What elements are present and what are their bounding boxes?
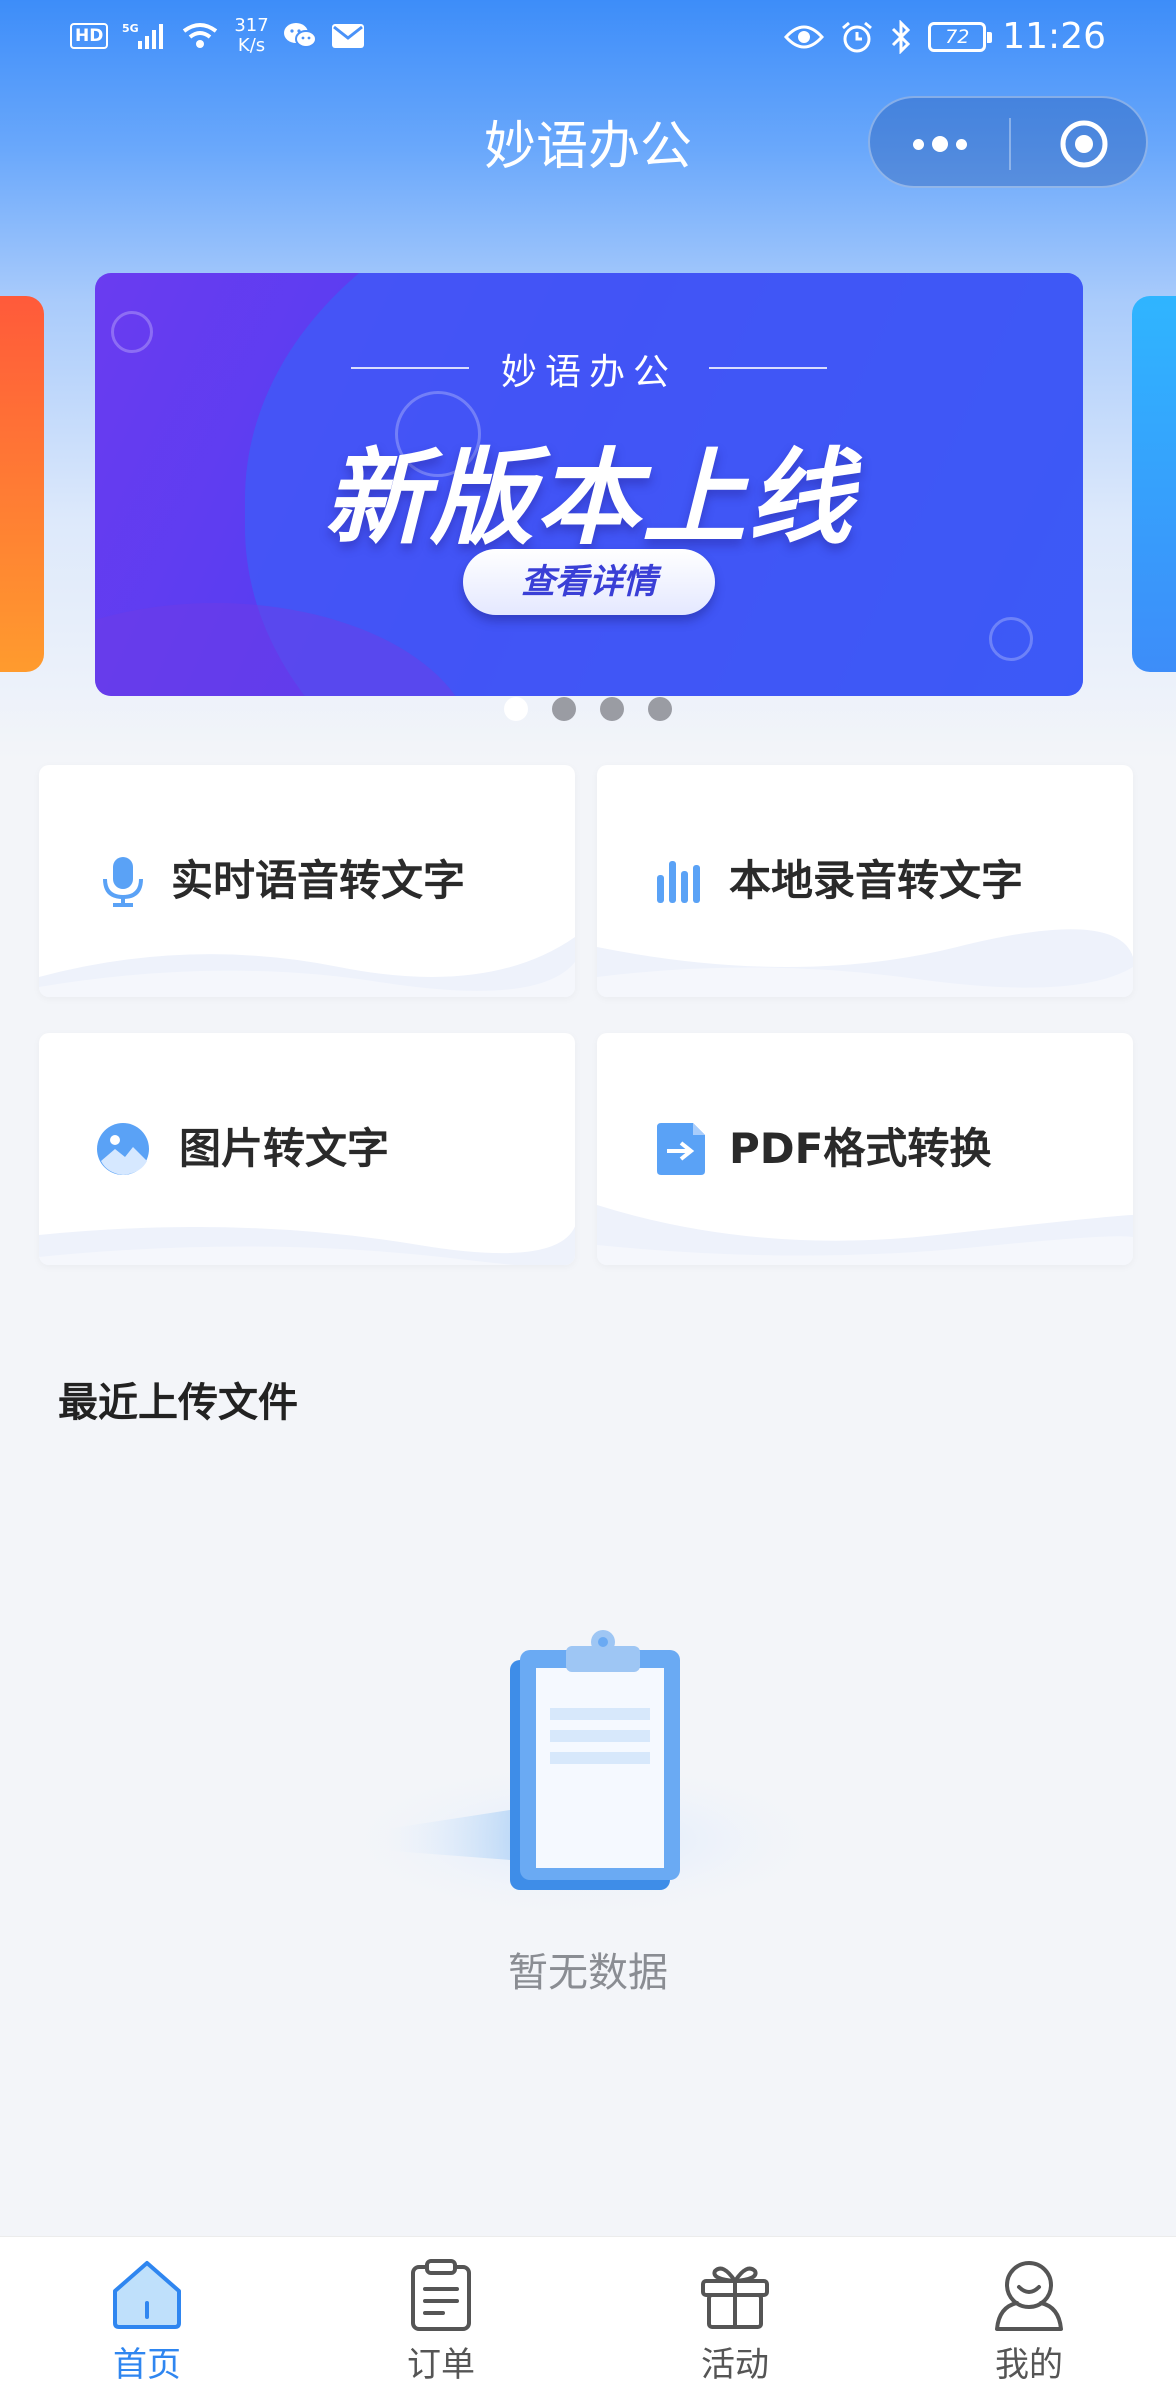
banner-slide[interactable]: 妙语办公 新版本上线 查看详情: [95, 273, 1083, 696]
card-wave-decoration: [597, 1205, 1133, 1265]
card-wave-decoration: [39, 1195, 575, 1265]
mini-program-capsule: [868, 96, 1148, 188]
hd-badge: HD: [70, 23, 109, 49]
banner-subtitle: 妙语办公: [95, 343, 1083, 395]
empty-clipboard-icon: [355, 1630, 815, 1915]
net-speed-value: 317: [234, 15, 269, 36]
card-wave-decoration: [39, 937, 575, 997]
clock: 11:26: [1002, 16, 1106, 57]
pdf-convert-icon: [657, 1123, 705, 1175]
carousel-dot[interactable]: [504, 697, 528, 721]
signal-icon: 5G: [122, 22, 164, 49]
banner-prev-slide[interactable]: [0, 296, 44, 672]
feature-label: 实时语音转文字: [171, 856, 466, 905]
tab-label: 活动: [701, 2345, 769, 2385]
bottom-tab-bar: 首页 订单 活动 我的: [0, 2236, 1176, 2401]
feature-card-image-to-text[interactable]: 图片转文字: [39, 1033, 575, 1265]
feature-card-realtime-speech[interactable]: 实时语音转文字: [39, 765, 575, 997]
tab-activities[interactable]: 活动: [588, 2237, 882, 2401]
tab-label: 我的: [995, 2345, 1063, 2385]
more-icon[interactable]: [910, 118, 970, 170]
carousel-dot[interactable]: [648, 697, 672, 721]
alarm-icon: [842, 21, 873, 52]
carousel-dot[interactable]: [552, 697, 576, 721]
wifi-icon: [183, 23, 218, 48]
tab-label: 订单: [407, 2345, 475, 2385]
gift-icon: [701, 2266, 769, 2329]
battery-indicator: 72: [928, 21, 993, 52]
tab-profile[interactable]: 我的: [882, 2237, 1176, 2401]
bluetooth-icon: [892, 19, 911, 54]
banner-title: 新版本上线: [323, 437, 854, 559]
carousel-dot[interactable]: [600, 697, 624, 721]
feature-label: PDF格式转换: [729, 1124, 992, 1173]
feature-label: 图片转文字: [179, 1124, 390, 1173]
feature-card-pdf-convert[interactable]: PDF格式转换: [597, 1033, 1133, 1265]
recent-files-title: 最近上传文件: [58, 1380, 298, 1426]
image-icon: [97, 1123, 149, 1175]
empty-state-text: 暂无数据: [508, 1950, 668, 1996]
wechat-icon: [283, 23, 317, 48]
status-left: HD 5G 317 K/s: [70, 16, 365, 56]
microphone-icon: [103, 857, 143, 907]
audio-bars-icon: [657, 861, 700, 903]
capsule-divider: [1009, 118, 1011, 170]
user-icon: [995, 2261, 1063, 2331]
card-wave-decoration: [597, 929, 1133, 997]
order-icon: [411, 2259, 471, 2331]
banner-ring: [989, 617, 1033, 661]
close-target-icon[interactable]: [1056, 116, 1112, 172]
feature-label: 本地录音转文字: [729, 856, 1024, 905]
view-details-button[interactable]: 查看详情: [463, 549, 715, 615]
svg-text:5G: 5G: [122, 22, 139, 35]
mail-icon: [331, 24, 364, 48]
banner-next-slide[interactable]: [1132, 296, 1176, 672]
carousel-indicator: [0, 697, 1176, 721]
eye-icon: [784, 25, 825, 48]
tab-label: 首页: [113, 2345, 181, 2385]
net-speed-unit: K/s: [237, 35, 266, 56]
status-right: 72 11:26: [784, 16, 1106, 57]
tab-home[interactable]: 首页: [0, 2237, 294, 2401]
tab-orders[interactable]: 订单: [294, 2237, 588, 2401]
status-bar: HD 5G 317 K/s 72 11:26: [0, 0, 1176, 76]
home-icon: [113, 2261, 181, 2329]
network-speed: 317 K/s: [234, 16, 268, 56]
feature-card-local-recording[interactable]: 本地录音转文字: [597, 765, 1133, 997]
